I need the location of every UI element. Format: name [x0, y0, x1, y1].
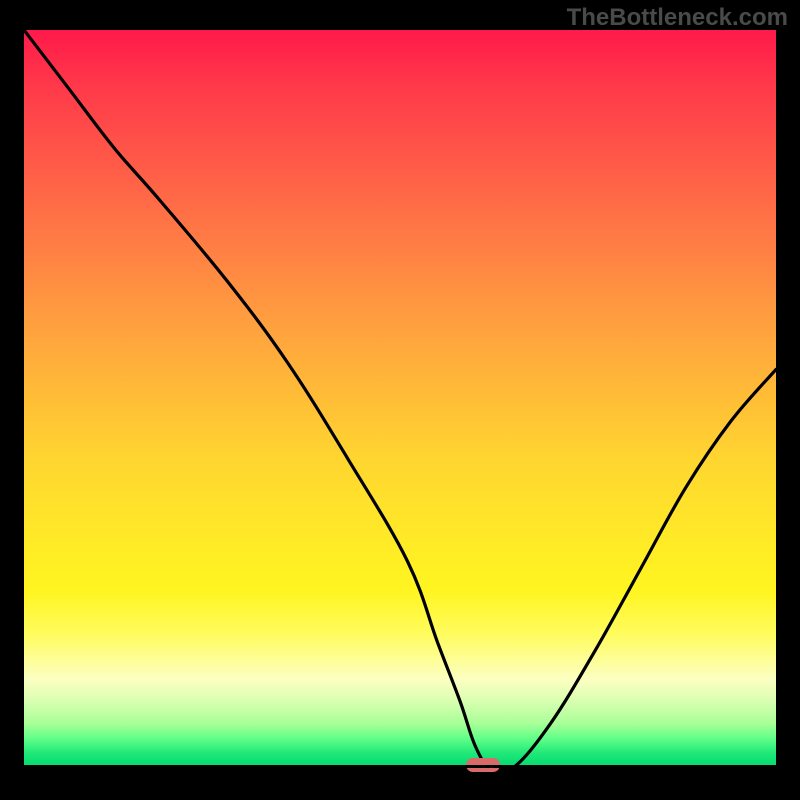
watermark-text: TheBottleneck.com [567, 4, 788, 32]
bottleneck-curve [24, 30, 776, 768]
baseline [24, 765, 776, 768]
plot-area [24, 30, 776, 768]
chart-container: TheBottleneck.com [0, 0, 800, 800]
